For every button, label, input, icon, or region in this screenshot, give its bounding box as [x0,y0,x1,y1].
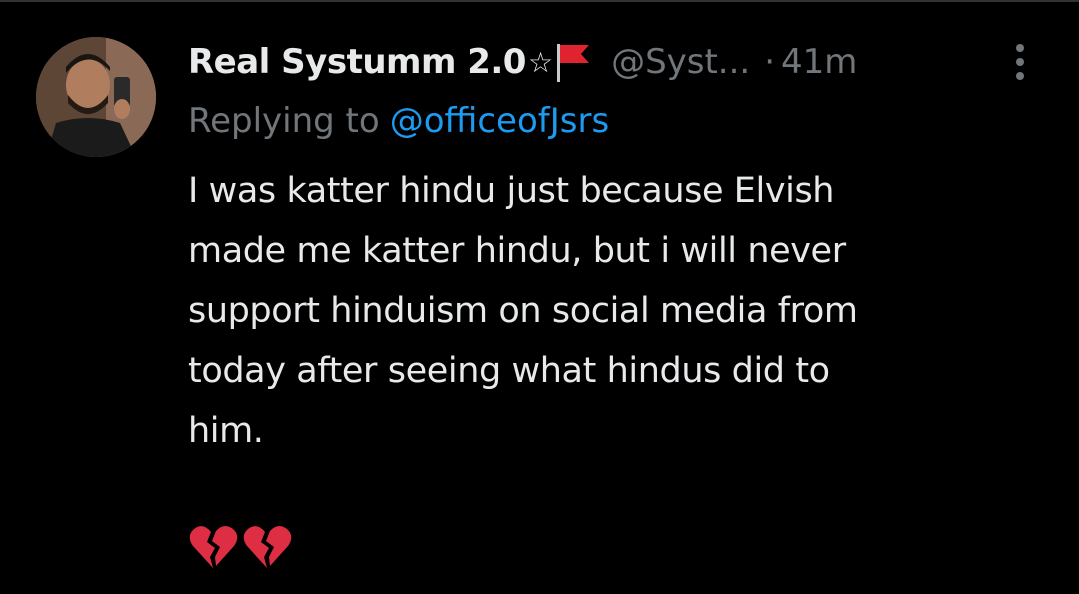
timestamp[interactable]: 41m [781,42,857,82]
tweet-text-line: I was katter hindu just because Elvish [188,171,835,211]
tweet-header: Real Systumm 2.0 ☆ @Syst... · 41m [188,36,1048,88]
replying-to-handle-link[interactable]: @officeofJsrs [390,101,610,141]
tweet-text: I was katter hindu just because Elvish m… [188,161,1048,461]
red-flag-icon [553,40,593,84]
emoji-row [188,524,292,568]
tweet-text-line: today after seeing what hindus did to [188,351,830,391]
star-icon: ☆ [527,45,554,79]
avatar-photo [36,37,156,157]
replying-to: Replying to @officeofJsrs [188,95,609,147]
separator-dot: · [764,42,776,82]
display-name[interactable]: Real Systumm 2.0 [188,42,526,82]
avatar[interactable] [36,37,156,157]
broken-heart-icon [242,524,292,570]
tweet-text-line: him. [188,411,264,451]
more-vertical-icon[interactable] [1008,40,1032,84]
tweet[interactable]: Real Systumm 2.0 ☆ @Syst... · 41m Replyi… [0,0,1079,594]
tweet-text-line: support hinduism on social media from [188,291,858,331]
broken-heart-icon [188,524,238,570]
tweet-text-line: made me katter hindu, but i will never [188,231,846,271]
replying-to-label: Replying to [188,101,380,141]
user-handle[interactable]: @Syst... [611,42,750,82]
